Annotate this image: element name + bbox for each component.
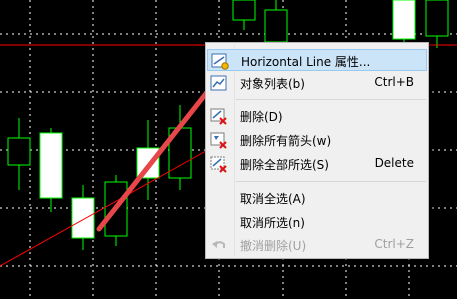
candle-body [71,197,95,239]
delete-arrows-icon [210,132,227,149]
menu-item-shortcut: Ctrl+B [374,75,414,89]
menu-item-label: 删除全部所选(S) [240,158,329,172]
candlestick [39,128,63,212]
candle-body [392,0,416,40]
menu-item-properties[interactable]: Horizontal Line 属性... [207,49,427,71]
menu-item-label: 对象列表(b) [240,77,305,91]
menu-item-object-list[interactable]: 对象列表(b) Ctrl+B [207,72,427,94]
candle-body [7,137,31,166]
candlestick [425,0,449,48]
menu-item-delete[interactable]: 删除(D) [207,105,427,127]
candle-body [264,9,288,43]
menu-item-deselect[interactable]: 取消所选(n) [207,211,427,233]
menu-item-undo-delete[interactable]: 撤消删除(U) Ctrl+Z [207,234,427,256]
menu-item-delete-all-arrows[interactable]: 删除所有箭头(w) [207,129,427,151]
menu-item-label: 取消全选(A) [240,192,306,206]
menu-item-label: 取消所选(n) [240,216,305,230]
candle-body [232,0,256,21]
candlestick [71,185,95,250]
delete-icon [210,108,227,125]
menu-separator [236,181,426,182]
menu-item-label: 删除(D) [240,110,283,124]
menu-separator [236,99,426,100]
menu-item-delete-selected[interactable]: 删除全部所选(S) Delete [207,153,427,175]
menu-item-shortcut: Ctrl+Z [374,237,414,251]
candle-body [425,0,449,37]
delete-selected-icon [210,156,227,173]
menu-item-deselect-all[interactable]: 取消全选(A) [207,187,427,209]
candlestick [7,118,31,190]
undo-icon [212,241,225,248]
properties-icon [211,53,229,70]
candlestick [232,0,256,30]
menu-item-label: 删除所有箭头(w) [240,134,332,148]
menu-item-shortcut: Delete [374,156,414,170]
context-menu: Horizontal Line 属性... 对象列表(b) Ctrl+B 删除(… [205,42,429,259]
candle-body [39,132,63,199]
menu-item-label: Horizontal Line 属性... [241,55,371,69]
object-list-icon [210,75,227,91]
menu-item-label: 撤消删除(U) [240,239,307,253]
